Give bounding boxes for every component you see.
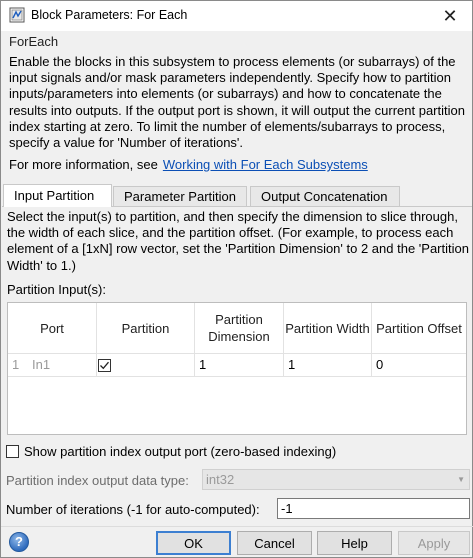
block-parameters-dialog: Block Parameters: For Each ✕ ForEach Ena… <box>0 0 473 558</box>
column-header-partition: Partition <box>97 303 195 353</box>
more-info-prefix: For more information, see <box>9 157 158 172</box>
footer-divider <box>1 526 473 527</box>
width-cell[interactable]: 1 <box>284 354 372 376</box>
show-port-checkbox[interactable] <box>6 445 19 458</box>
partition-checkbox-cell <box>97 354 195 376</box>
close-icon: ✕ <box>442 5 458 26</box>
output-data-type-label: Partition index output data type: <box>6 473 189 488</box>
column-header-port: Port <box>8 303 97 353</box>
title-bar: Block Parameters: For Each ✕ <box>1 1 472 31</box>
partition-inputs-label: Partition Input(s): <box>7 282 106 297</box>
iterations-input[interactable]: -1 <box>277 498 470 519</box>
apply-button[interactable]: Apply <box>398 531 470 555</box>
help-icon[interactable]: ? <box>9 532 29 552</box>
input-partition-panel: Select the input(s) to partition, and th… <box>2 206 472 435</box>
tab-input-partition[interactable]: Input Partition <box>3 184 112 207</box>
more-info: For more information, see Working with Fo… <box>9 157 368 172</box>
offset-cell[interactable]: 0 <box>372 354 466 376</box>
partition-checkbox[interactable] <box>98 358 111 372</box>
partition-inputs-table: Port Partition Partition Dimension Parti… <box>7 302 467 435</box>
block-type-name: ForEach <box>9 34 59 49</box>
tab-output-concatenation[interactable]: Output Concatenation <box>250 186 400 206</box>
block-description: Enable the blocks in this subsystem to p… <box>9 54 465 151</box>
table-row[interactable]: 1 In1 1 1 0 <box>8 354 466 376</box>
row-index: 1 <box>12 357 20 372</box>
window-title: Block Parameters: For Each <box>31 8 188 22</box>
output-data-type-select[interactable]: int32 ▼ <box>202 469 470 490</box>
ok-button[interactable]: OK <box>156 531 231 555</box>
column-header-offset: Partition Offset <box>376 320 462 336</box>
chevron-down-icon: ▼ <box>457 475 465 484</box>
partition-instructions: Select the input(s) to partition, and th… <box>7 209 469 273</box>
dimension-cell[interactable]: 1 <box>195 354 284 376</box>
close-button[interactable]: ✕ <box>428 1 472 31</box>
iterations-label: Number of iterations (-1 for auto-comput… <box>6 502 260 517</box>
port-cell: In1 <box>32 354 97 376</box>
show-port-option[interactable]: Show partition index output port (zero-b… <box>6 444 336 459</box>
show-port-label: Show partition index output port (zero-b… <box>24 444 337 459</box>
tab-bar: Input Partition Parameter Partition Outp… <box>1 184 473 207</box>
output-data-type-value: int32 <box>206 472 235 487</box>
column-header-width: Partition Width <box>284 303 372 353</box>
row-divider <box>8 376 466 377</box>
help-button[interactable]: Help <box>317 531 392 555</box>
tab-parameter-partition[interactable]: Parameter Partition <box>113 186 247 206</box>
docs-link[interactable]: Working with For Each Subsystems <box>163 157 368 172</box>
column-header-dimension: Partition Dimension <box>195 303 284 353</box>
checkmark-icon <box>100 361 109 369</box>
simulink-icon <box>9 7 25 23</box>
cancel-button[interactable]: Cancel <box>237 531 312 555</box>
